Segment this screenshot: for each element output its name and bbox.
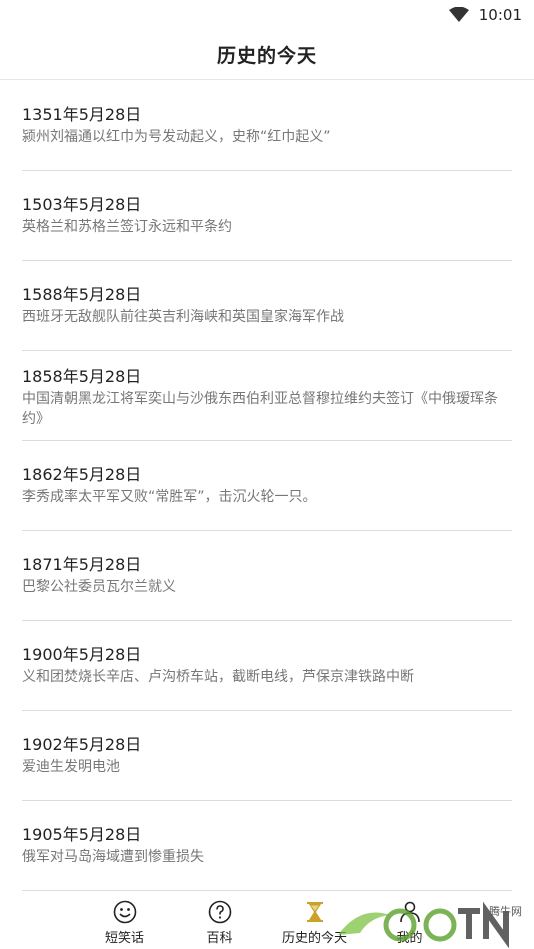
event-desc: 中国清朝黑龙江将军奕山与沙俄东西伯利亚总督穆拉维约夫签订《中俄瑷珲条约》	[22, 391, 498, 427]
list-item[interactable]: 1871年5月28日 巴黎公社委员瓦尔兰就义	[22, 531, 512, 621]
status-bar: 10:01	[0, 0, 534, 30]
event-desc: 西班牙无敌舰队前往英吉利海峡和英国皇家海军作战	[22, 309, 344, 325]
screen: 10:01 历史的今天 1351年5月28日 颍州刘福通以红巾为号发动起义，史称…	[0, 0, 534, 949]
event-date: 1902年5月28日	[22, 735, 142, 754]
event-date: 1588年5月28日	[22, 285, 142, 304]
nav-item-encyclopedia[interactable]: 百科	[172, 892, 267, 949]
event-desc: 爱迪生发明电池	[22, 759, 120, 775]
wifi-icon	[448, 7, 469, 23]
list-item[interactable]: 1503年5月28日 英格兰和苏格兰签订永远和平条约	[22, 171, 512, 261]
list-item[interactable]: 1905年5月28日 俄军对马岛海域遭到惨重损失	[22, 801, 512, 891]
nav-label: 百科	[206, 931, 233, 946]
page-title: 历史的今天	[216, 45, 317, 67]
hourglass-icon	[303, 900, 327, 924]
event-date: 1858年5月28日	[22, 367, 142, 386]
nav-item-jokes[interactable]: 短笑话	[77, 892, 172, 949]
event-desc: 颍州刘福通以红巾为号发动起义，史称“红巾起义”	[22, 129, 331, 145]
event-date: 1351年5月28日	[22, 105, 142, 124]
watermark-logo: 腾牛网	[330, 895, 534, 949]
event-desc: 巴黎公社委员瓦尔兰就义	[22, 579, 176, 595]
title-bar: 历史的今天	[0, 30, 534, 80]
event-list[interactable]: 1351年5月28日 颍州刘福通以红巾为号发动起义，史称“红巾起义” 1503年…	[0, 81, 534, 892]
list-item[interactable]: 1862年5月28日 李秀成率太平军又败“常胜军”，击沉火轮一只。	[22, 441, 512, 531]
event-date: 1905年5月28日	[22, 825, 142, 844]
event-date: 1900年5月28日	[22, 645, 142, 664]
list-item[interactable]: 1900年5月28日 义和团焚烧长辛店、卢沟桥车站，截断电线，芦保京津铁路中断	[22, 621, 512, 711]
watermark-text: 腾牛网	[489, 905, 522, 918]
event-desc: 英格兰和苏格兰签订永远和平条约	[22, 219, 232, 235]
question-icon	[208, 900, 232, 924]
list-item[interactable]: 1902年5月28日 爱迪生发明电池	[22, 711, 512, 801]
event-desc: 义和团焚烧长辛店、卢沟桥车站，截断电线，芦保京津铁路中断	[22, 669, 414, 685]
list-item[interactable]: 1351年5月28日 颍州刘福通以红巾为号发动起义，史称“红巾起义”	[22, 81, 512, 171]
event-date: 1503年5月28日	[22, 195, 142, 214]
smiley-icon	[113, 900, 137, 924]
nav-label: 短笑话	[104, 931, 144, 946]
event-desc: 俄军对马岛海域遭到惨重损失	[22, 849, 204, 865]
status-time: 10:01	[478, 6, 522, 24]
list-item[interactable]: 1588年5月28日 西班牙无敌舰队前往英吉利海峡和英国皇家海军作战	[22, 261, 512, 351]
event-date: 1871年5月28日	[22, 555, 142, 574]
list-item[interactable]: 1858年5月28日 中国清朝黑龙江将军奕山与沙俄东西伯利亚总督穆拉维约夫签订《…	[22, 351, 512, 441]
event-date: 1862年5月28日	[22, 465, 142, 484]
event-desc: 李秀成率太平军又败“常胜军”，击沉火轮一只。	[22, 489, 317, 505]
